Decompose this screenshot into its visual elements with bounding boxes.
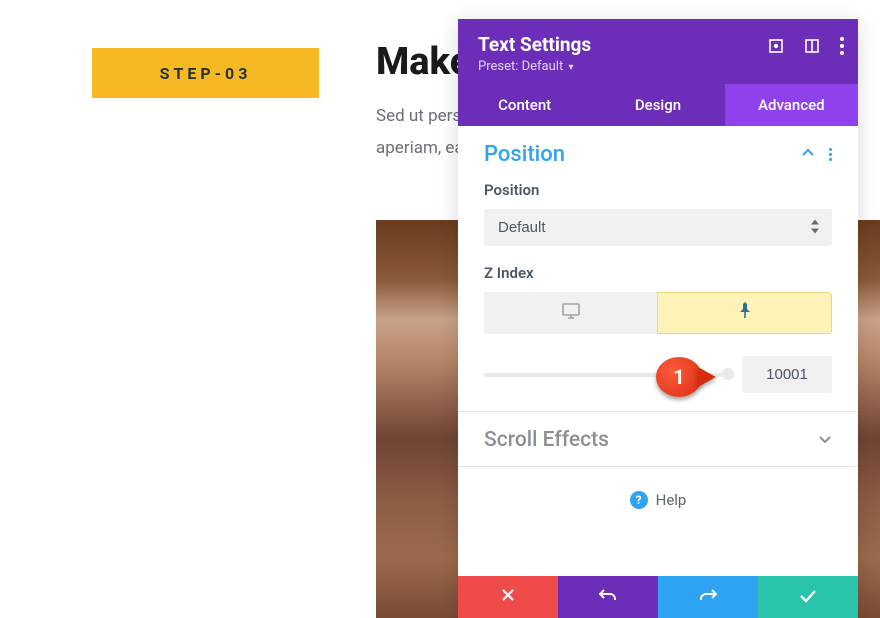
chevron-down-icon [818, 431, 832, 450]
expand-icon[interactable] [768, 38, 784, 54]
panel-footer [458, 576, 858, 618]
preset-label: Preset: Default [478, 59, 563, 74]
save-button[interactable] [758, 576, 858, 618]
annotation-callout: 1 [656, 357, 716, 397]
zindex-toggle [484, 292, 832, 334]
toggle-desktop[interactable] [484, 292, 657, 334]
section-kebab-icon[interactable] [829, 148, 832, 161]
section-scroll-effects: Scroll Effects [458, 412, 858, 467]
section-title-scroll: Scroll Effects [484, 428, 609, 452]
tab-design[interactable]: Design [591, 84, 724, 126]
help-icon: ? [630, 491, 648, 509]
section-header-scroll[interactable]: Scroll Effects [458, 412, 858, 466]
kebab-icon[interactable] [840, 37, 844, 55]
preset-selector[interactable]: Preset: Default ▾ [478, 59, 838, 74]
tab-advanced[interactable]: Advanced [725, 84, 858, 126]
page-heading: Make [376, 40, 470, 84]
position-label: Position [484, 181, 832, 199]
callout-number: 1 [673, 365, 684, 389]
section-title-position: Position [484, 142, 565, 167]
section-header-position[interactable]: Position [458, 126, 858, 181]
panel-body: Position Position [458, 126, 858, 576]
panel-tabs: Content Design Advanced [458, 84, 858, 126]
panel-header: Text Settings Preset: Default ▾ [458, 19, 858, 84]
toggle-pin[interactable] [657, 292, 832, 334]
redo-button[interactable] [658, 576, 758, 618]
caret-down-icon: ▾ [568, 62, 573, 73]
callout-badge: 1 [656, 357, 702, 397]
step-badge-label: STEP-03 [160, 64, 252, 83]
cancel-button[interactable] [458, 576, 558, 618]
help-row[interactable]: ? Help [458, 467, 858, 521]
columns-icon[interactable] [804, 38, 820, 54]
step-badge: STEP-03 [92, 48, 319, 98]
help-label: Help [656, 491, 687, 509]
settings-panel: Text Settings Preset: Default ▾ Content … [458, 19, 858, 618]
undo-icon [599, 587, 617, 607]
position-select-value[interactable] [484, 209, 832, 246]
tab-content[interactable]: Content [458, 84, 591, 126]
check-icon [799, 588, 817, 607]
zindex-label: Z Index [484, 264, 832, 282]
pin-icon [738, 302, 752, 324]
callout-tail [698, 367, 716, 387]
position-select[interactable] [484, 209, 832, 246]
close-icon [500, 587, 516, 607]
zindex-value-input[interactable] [742, 356, 832, 393]
undo-button[interactable] [558, 576, 658, 618]
chevron-up-icon [801, 145, 815, 164]
redo-icon [699, 587, 717, 607]
desktop-icon [561, 302, 581, 324]
